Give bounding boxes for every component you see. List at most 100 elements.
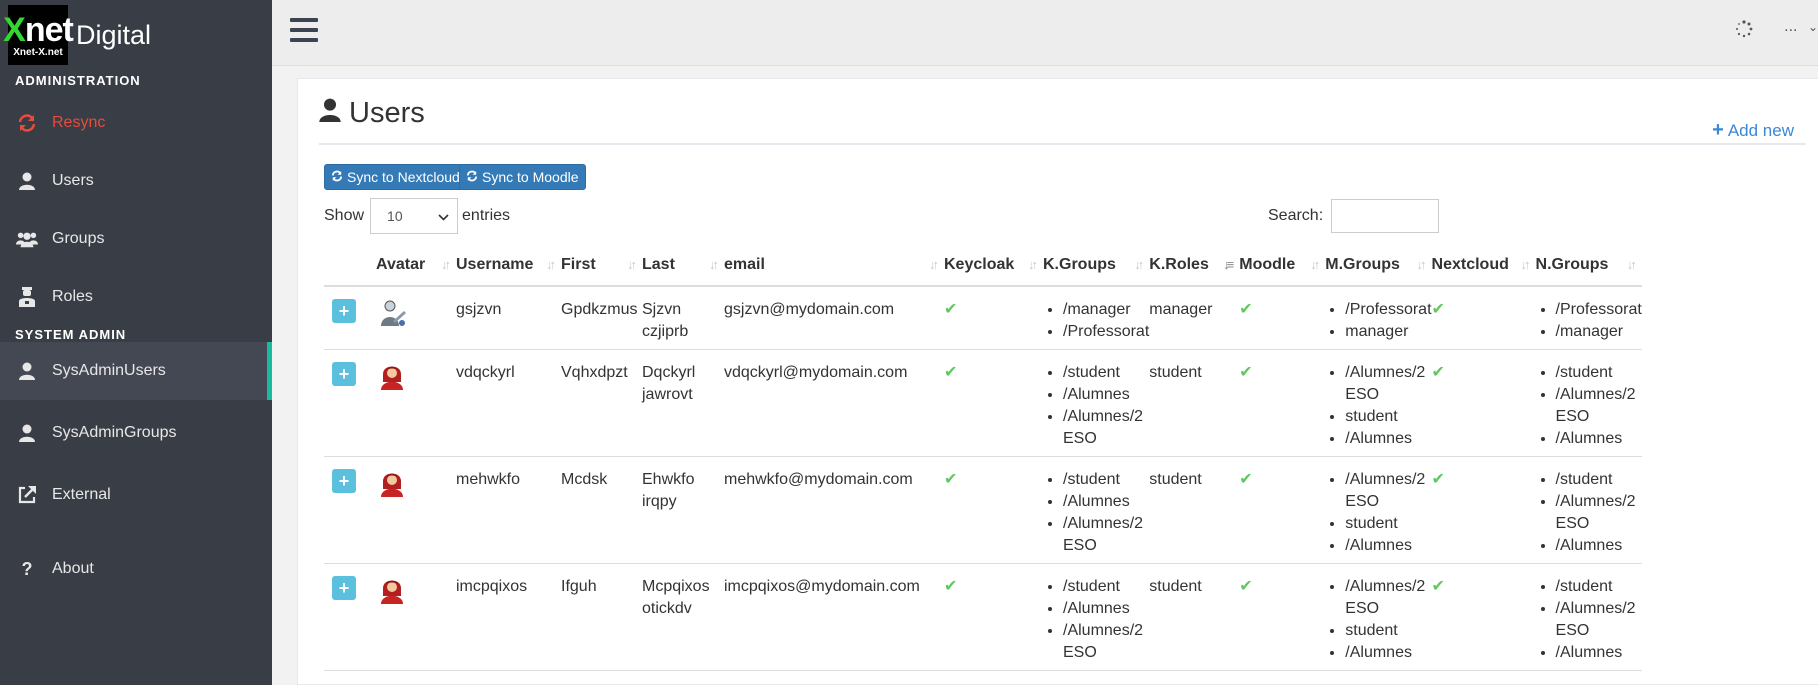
col-nextcloud[interactable]: Nextcloud ↓↑ [1431,245,1536,287]
group-item: /Alumnes [1556,535,1642,557]
cell-moodle: ✔ [1239,286,1326,350]
col-kgroups[interactable]: K.Groups ↓↑ [1043,245,1150,287]
group-list: /Alumnes/2 ESOstudent/Alumnes [1325,576,1431,664]
col-label: Nextcloud [1431,256,1509,273]
col-label: M.Groups [1325,256,1400,273]
group-item: /Alumnes/2 ESO [1063,620,1149,664]
sidebar-item-label: Roles [52,288,93,305]
user-menu[interactable]: ... ⌄ [1784,18,1818,36]
entries-value: 10 [387,208,403,224]
check-icon: ✔ [944,471,958,488]
col-ngroups[interactable]: N.Groups ↓↑ [1535,245,1642,287]
sync-nextcloud-label: Sync to Nextcloud [347,169,460,185]
check-icon: ✔ [944,301,958,318]
sort-icon: ↓↑ [1416,257,1427,272]
cell-avatar [376,349,456,457]
cell-last: Sjzvn czjiprb [642,286,724,350]
cell-kgroups: /student/Alumnes/Alumnes/2 ESO [1043,349,1150,457]
table-row: + imcpqixos Ifguh Mcpqixos otickdv imcpqi… [324,563,1642,671]
refresh-icon [16,114,38,132]
col-mgroups[interactable]: M.Groups ↓↑ [1325,245,1432,287]
sidebar-item-roles[interactable]: Roles [0,268,272,326]
group-list: /student/Alumnes/2 ESO/Alumnes [1536,469,1642,557]
student-avatar-icon [380,366,404,394]
expand-row-button[interactable]: + [332,299,356,323]
sort-asc-icon: ↓≡ [1223,257,1234,272]
check-icon: ✔ [1239,364,1253,381]
group-list: /student/Alumnes/2 ESO/Alumnes [1536,576,1642,664]
refresh-icon [331,169,343,185]
col-username[interactable]: Username ↓↑ [456,245,561,287]
sidebar-item-sysadminusers[interactable]: SysAdminUsers [0,342,272,400]
group-item: /Alumnes [1345,642,1431,664]
sidebar-item-resync[interactable]: Resync [0,94,272,152]
group-item: /manager [1556,321,1642,343]
col-kroles[interactable]: K.Roles ↓≡ [1149,245,1240,287]
search-input[interactable] [1331,199,1440,233]
entries-select[interactable]: 10 [370,198,459,234]
chevron-down-icon: ⌄ [1807,20,1818,34]
sidebar-item-external[interactable]: External [0,466,272,524]
cell-expand: + [324,456,376,564]
cell-nextcloud: ✔ [1431,286,1536,350]
loading-spinner-icon [1736,20,1753,38]
sidebar-item-label: Users [52,172,94,189]
group-item: /student [1063,576,1149,598]
col-label: Username [456,256,534,273]
sidebar-item-groups[interactable]: Groups [0,210,272,268]
cell-kroles: manager [1149,286,1240,350]
check-icon: ✔ [944,578,958,595]
external-link-icon [16,485,38,505]
user-icon [16,362,38,380]
col-first[interactable]: First ↓↑ [561,245,642,287]
group-list: /Professoratmanager [1325,299,1431,343]
sidebar-item-users[interactable]: Users [0,152,272,210]
group-item: student [1345,620,1431,642]
last-name-line: Dqckyrl [642,364,696,381]
col-last[interactable]: Last ↓↑ [642,245,724,287]
users-table: Avatar ↓↑ Username ↓↑ First ↓↑ Last ↓↑ email… [324,245,1642,671]
add-new-link[interactable]: + Add new [1712,119,1794,142]
users-panel: Users + Add new Sync to Nextcloud Sync t… [297,78,1818,685]
sort-icon: ↓↑ [1134,257,1144,272]
roles-icon [16,287,38,307]
sidebar-item-about[interactable]: ? About [0,540,272,598]
page-title-text: Users [349,97,425,129]
col-email[interactable]: email ↓↑ [724,245,944,287]
last-name-line: Mcpqixos [642,578,710,595]
expand-row-button[interactable]: + [332,362,356,386]
col-keycloak[interactable]: Keycloak ↓↑ [944,245,1043,287]
sort-icon: ↓↑ [1310,257,1320,272]
cell-last: Ehwkfo irqpy [642,456,724,564]
expand-row-button[interactable]: + [332,576,356,600]
group-item: /student [1556,362,1642,384]
group-item: /Professorat [1345,299,1431,321]
brand[interactable]: Xnet Xnet-X.net Digital [0,0,272,70]
col-avatar[interactable]: Avatar ↓↑ [376,245,456,287]
sidebar-item-label: About [52,560,94,577]
student-avatar-icon [380,473,404,501]
sync-moodle-button[interactable]: Sync to Moodle [459,164,586,190]
group-item: /student [1063,469,1149,491]
check-icon: ✔ [1239,471,1253,488]
cell-kroles: student [1149,349,1240,457]
logo-subtitle: Xnet-X.net [13,46,63,58]
group-item: /manager [1063,299,1149,321]
sidebar-item-sysadmingroups[interactable]: SysAdminGroups [0,404,272,462]
section-administration: ADMINISTRATION [15,73,141,88]
user-menu-label: ... [1784,18,1798,35]
sort-icon: ↓↑ [709,257,719,272]
check-icon: ✔ [1431,301,1445,318]
cell-expand: + [324,349,376,457]
expand-row-button[interactable]: + [332,469,356,493]
group-item: /Alumnes/2 ESO [1345,362,1431,406]
menu-toggle-icon[interactable] [290,18,318,42]
col-moodle[interactable]: Moodle ↓↑ [1239,245,1326,287]
cell-email: mehwkfo@mydomain.com [724,456,944,564]
entries-label: entries [462,207,511,224]
group-list: /Alumnes/2 ESOstudent/Alumnes [1325,362,1431,450]
sync-nextcloud-button[interactable]: Sync to Nextcloud [324,164,467,190]
last-name-line: Ehwkfo [642,471,695,488]
chevron-down-icon [438,208,449,224]
group-item: /Alumnes [1063,384,1149,406]
